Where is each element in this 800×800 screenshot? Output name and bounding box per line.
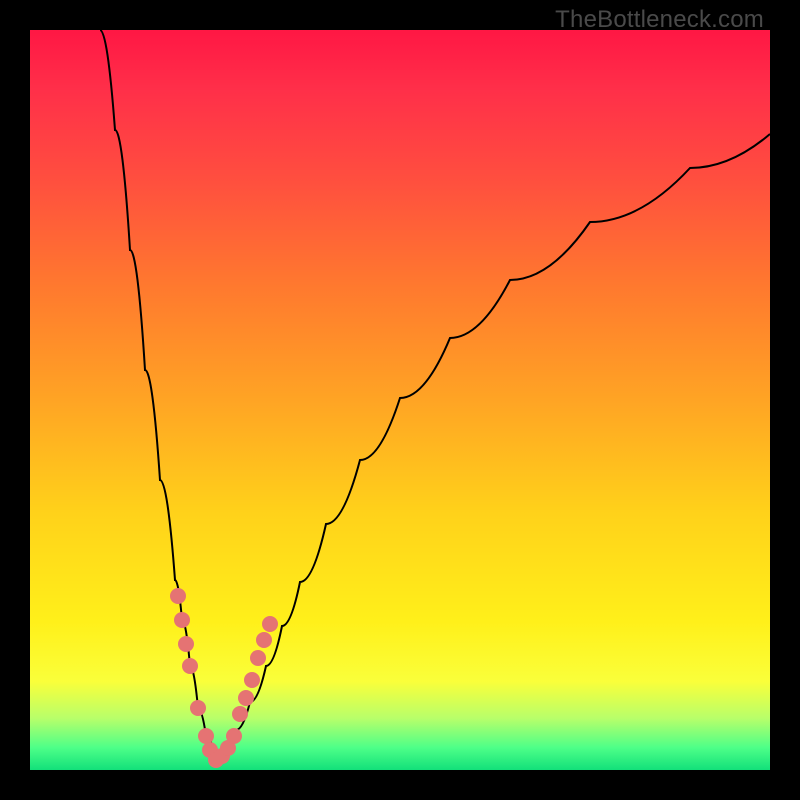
- scatter-point: [262, 616, 278, 632]
- scatter-point: [232, 706, 248, 722]
- scatter-point: [238, 690, 254, 706]
- right-curve: [216, 134, 770, 760]
- scatter-point: [226, 728, 242, 744]
- scatter-points: [170, 588, 278, 768]
- scatter-point: [178, 636, 194, 652]
- scatter-point: [250, 650, 266, 666]
- left-curve: [100, 30, 216, 760]
- scatter-point: [182, 658, 198, 674]
- scatter-point: [256, 632, 272, 648]
- scatter-point: [174, 612, 190, 628]
- scatter-point: [170, 588, 186, 604]
- scatter-point: [190, 700, 206, 716]
- scatter-point: [244, 672, 260, 688]
- chart-overlay: [30, 30, 770, 770]
- chart-frame: TheBottleneck.com: [0, 0, 800, 800]
- scatter-point: [198, 728, 214, 744]
